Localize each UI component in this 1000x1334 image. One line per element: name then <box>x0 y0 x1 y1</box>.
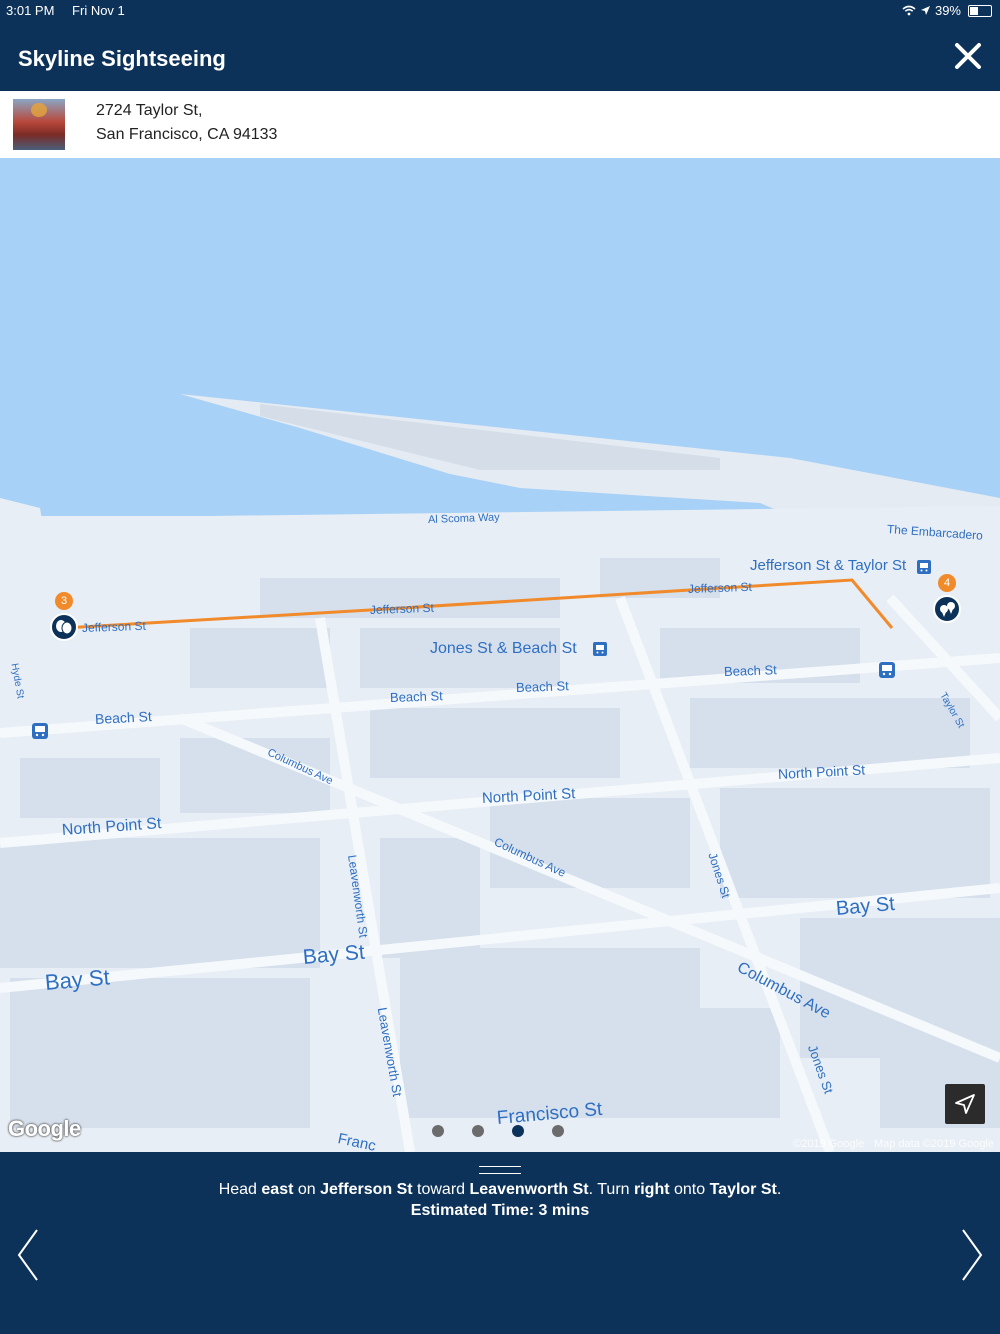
page-dot-4[interactable] <box>552 1125 564 1137</box>
map-label-jefferson-st-mid: Jefferson St <box>369 600 435 617</box>
block <box>640 1008 780 1118</box>
directions-instruction: Head east on Jefferson St toward Leavenw… <box>218 1181 782 1198</box>
google-logo: Google <box>8 1116 81 1141</box>
directions-panel: Head east on Jefferson St toward Leavenw… <box>0 1152 1000 1334</box>
map-label-beach-st-mid: Beach St <box>515 678 569 695</box>
stop-number-badge: 3 <box>55 592 73 610</box>
block <box>10 978 310 1128</box>
map-label-beach-st-right: Beach St <box>723 662 777 679</box>
page-dot-2[interactable] <box>472 1125 484 1137</box>
map-copyright: ©2019 Google · Map data ©2019 Google <box>793 1138 994 1150</box>
block <box>370 708 620 778</box>
location-thumbnail <box>13 99 65 150</box>
navigation-arrow-icon <box>955 1094 975 1114</box>
address-line2: San Francisco, CA 94133 <box>96 126 278 143</box>
map-label-jefferson-st-left: Jefferson St <box>81 618 147 635</box>
block <box>720 788 990 898</box>
status-bar: 3:01 PM Fri Nov 1 39% <box>0 0 1000 22</box>
drag-handle[interactable] <box>479 1166 521 1174</box>
bus-stop-icon[interactable] <box>879 662 895 678</box>
block <box>690 698 970 768</box>
block <box>490 798 690 888</box>
previous-step-chevron-left-icon[interactable] <box>13 1227 43 1283</box>
battery-icon <box>968 4 992 17</box>
theater-masks-icon <box>56 620 73 635</box>
next-step-chevron-right-icon[interactable] <box>957 1227 987 1283</box>
transit-stop-icon[interactable] <box>917 560 931 574</box>
map-label-beach-st-left: Beach St <box>94 708 153 727</box>
map-label-jefferson-taylor-stop: Jefferson St & Taylor St <box>750 557 907 574</box>
page-indicator <box>432 1125 564 1137</box>
location-arrow-icon <box>920 6 930 15</box>
map-label-al-scoma-way: Al Scoma Way <box>427 511 500 526</box>
directions-text: Head east on Jefferson St toward Leavenw… <box>0 1179 1000 1221</box>
stop-marker-3[interactable] <box>50 613 78 641</box>
map-view[interactable]: Al Scoma Way The Embarcadero Jefferson S… <box>0 158 1000 1152</box>
close-icon[interactable] <box>950 38 986 74</box>
block <box>190 628 330 688</box>
page-dot-1[interactable] <box>432 1125 444 1137</box>
recenter-button[interactable] <box>945 1084 985 1124</box>
transit-stop-icon[interactable] <box>593 642 607 656</box>
map-label-jefferson-st-right: Jefferson St <box>687 579 753 596</box>
status-time: 3:01 PM <box>6 3 55 18</box>
address-line1: 2724 Taylor St, <box>96 102 203 119</box>
page-title: Skyline Sightseeing <box>18 46 226 71</box>
estimated-time: Estimated Time: 3 mins <box>410 1202 590 1219</box>
pier-building <box>260 404 720 470</box>
stop-number-badge: 4 <box>938 574 956 592</box>
app-header: Skyline Sightseeing <box>0 22 1000 91</box>
block <box>20 758 160 818</box>
map-label-jones-beach-stop: Jones St & Beach St <box>430 640 577 657</box>
stop-marker-4[interactable] <box>933 595 961 623</box>
status-date: Fri Nov 1 <box>72 3 125 18</box>
battery-percent: 39% <box>934 3 961 18</box>
address-row: 2724 Taylor St, San Francisco, CA 94133 <box>0 91 1000 158</box>
map-pins-icon <box>940 602 955 617</box>
left-shore <box>0 498 55 603</box>
block <box>0 838 320 968</box>
wifi-icon <box>902 5 916 16</box>
page-dot-3[interactable] <box>512 1125 524 1137</box>
bus-stop-icon[interactable] <box>32 723 48 739</box>
map-label-beach-st-center: Beach St <box>389 688 443 705</box>
